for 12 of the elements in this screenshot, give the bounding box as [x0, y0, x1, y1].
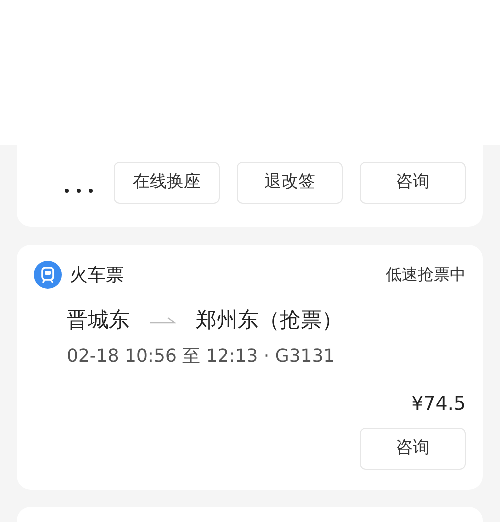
action-button[interactable]: 咨询	[360, 162, 466, 204]
action-button[interactable]: 在线换座	[114, 162, 220, 204]
train-icon	[34, 261, 62, 289]
trip-detail: 02-18 10:56 至 12:13 · G3131	[66, 344, 336, 368]
departure-station: 晋城东	[67, 307, 130, 334]
action-button[interactable]: 退改签	[237, 162, 343, 204]
ticket-price: ¥74.5	[412, 392, 466, 416]
ticket-type: 火车票	[70, 264, 124, 288]
order-status: 低速抢票中	[386, 264, 466, 286]
more-icon[interactable]	[64, 188, 94, 194]
arrival-station: 郑州东（抢票）	[196, 307, 343, 334]
action-button[interactable]: 咨询	[360, 428, 466, 470]
